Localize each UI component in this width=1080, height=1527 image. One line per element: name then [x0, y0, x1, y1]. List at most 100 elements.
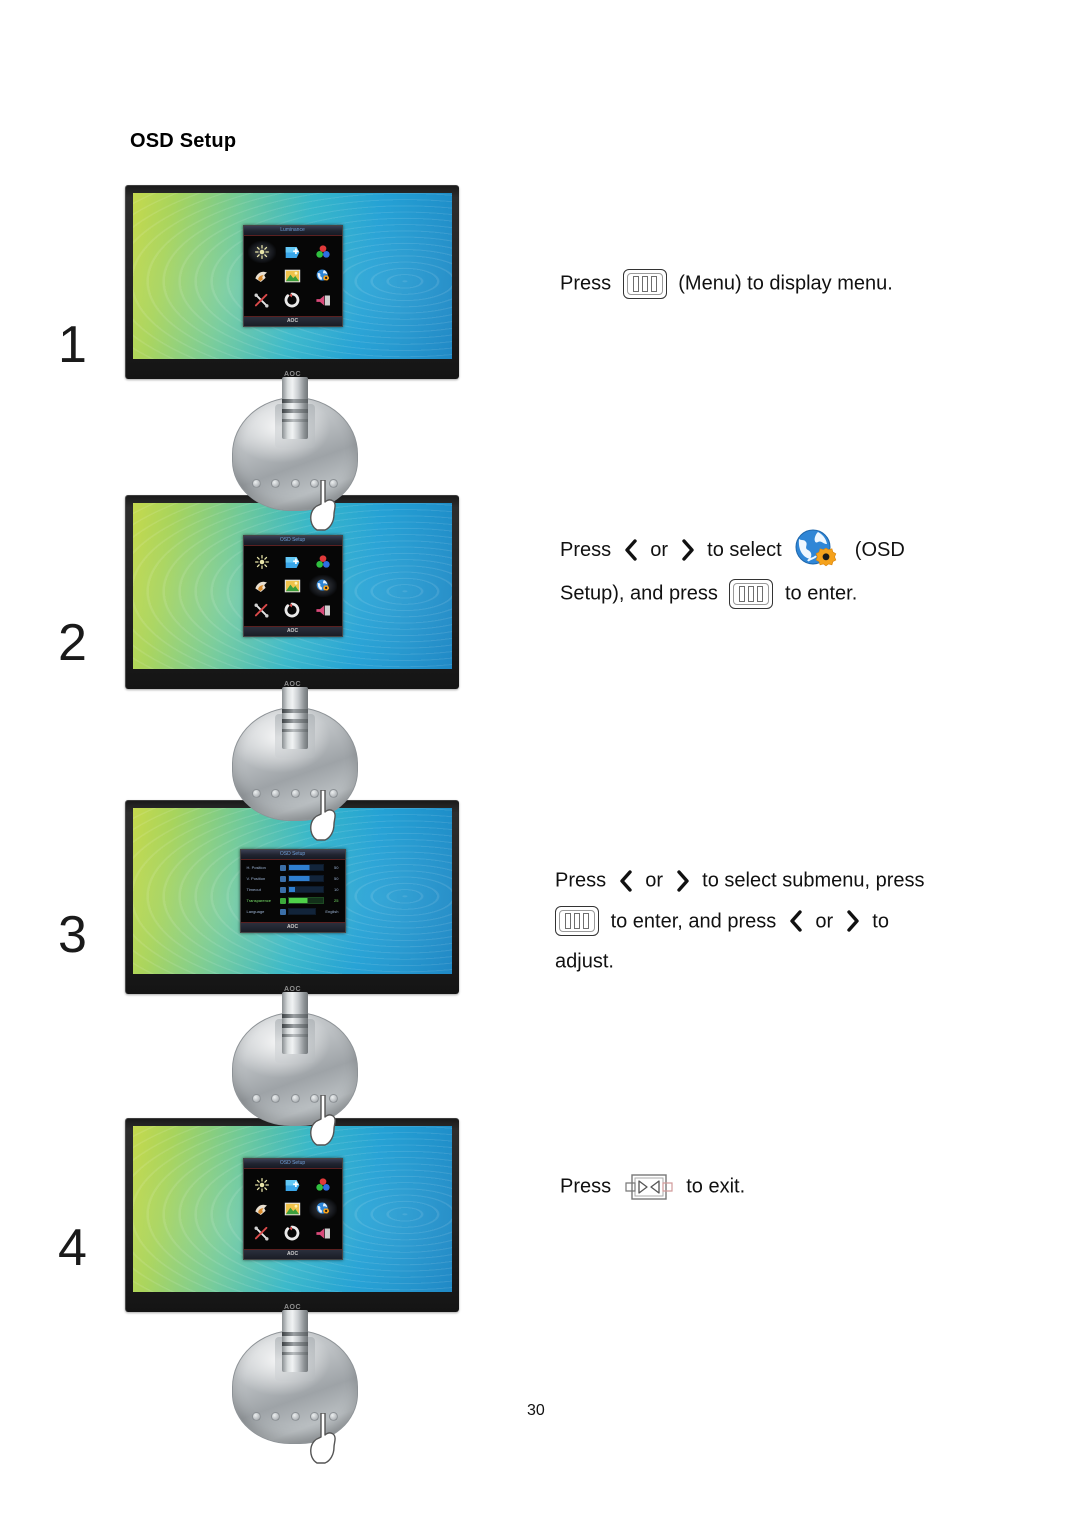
monitor-button-3[interactable] — [290, 1094, 300, 1103]
monitor-neck — [282, 992, 308, 1054]
monitor-neck — [282, 687, 308, 749]
osd-item-image-setup[interactable] — [278, 551, 307, 573]
osd-item-reset[interactable] — [278, 289, 307, 311]
osd-row-slider[interactable] — [287, 875, 324, 882]
osd-item-picture[interactable] — [278, 265, 307, 287]
osd-item-image-setup[interactable] — [278, 241, 307, 263]
osd-icon-grid — [243, 1169, 342, 1249]
osd-brand-label: AOC — [286, 628, 299, 634]
menu-key-icon[interactable] — [555, 906, 599, 937]
osd-submenu-row[interactable]: Language English — [245, 907, 341, 916]
monitor-button-2[interactable] — [271, 479, 281, 488]
picture-frame-icon — [284, 269, 301, 283]
monitor-button-3[interactable] — [290, 1412, 300, 1421]
osd-setup-globe-gear-icon — [316, 269, 329, 281]
osd-item-extra[interactable] — [248, 289, 277, 311]
hand-pointer-icon — [307, 1094, 341, 1152]
monitor-button-2[interactable] — [271, 1412, 281, 1421]
monitor-button-3[interactable] — [290, 789, 300, 798]
monitor-button-2[interactable] — [271, 789, 281, 798]
step-3-instructions: Press or to select submenu, press to ent… — [555, 860, 1025, 982]
osd-item-brightness[interactable] — [248, 551, 277, 573]
osd-row-slider[interactable] — [287, 886, 324, 893]
osd-item-osd-setup[interactable] — [308, 575, 338, 597]
osd-row-icon — [279, 908, 286, 915]
globe-gear-icon — [791, 527, 845, 573]
chevron-right-icon[interactable] — [844, 909, 862, 933]
step-number-2: 2 — [58, 614, 87, 672]
osd-item-picture[interactable] — [278, 575, 307, 597]
monitor-bezel: OSD Setup H. Position 50 V. Position 50 … — [125, 800, 459, 994]
osd-row-slider[interactable] — [287, 897, 324, 904]
setup-press-label: Setup), and press — [560, 582, 718, 605]
monitor-button-1[interactable] — [252, 789, 261, 798]
adjust-label: adjust. — [555, 951, 614, 974]
osd-row-label: Transparence — [246, 898, 272, 903]
osd-item-exit[interactable] — [309, 599, 338, 621]
osd-submenu-row-selected[interactable]: Transparence 25 — [245, 896, 341, 905]
enter-label-2: to enter. — [785, 582, 858, 605]
osd-row-label: Timeout — [246, 887, 261, 892]
osd-item-brightness[interactable] — [248, 1174, 277, 1196]
osd-brand-label: AOC — [286, 1251, 299, 1257]
osd-item-reset[interactable] — [278, 599, 307, 621]
monitor-screen: OSD Setup AOC — [133, 503, 452, 669]
osd-item-color-setup[interactable] — [309, 1174, 338, 1196]
osd-submenu-row[interactable]: V. Position 50 — [245, 874, 341, 883]
osd-item-extra[interactable] — [248, 599, 277, 621]
osd-item-image-setup[interactable] — [278, 1174, 307, 1196]
chevron-right-icon[interactable] — [679, 538, 697, 562]
chevron-right-icon[interactable] — [674, 869, 692, 893]
menu-key-icon[interactable] — [729, 578, 774, 609]
chevron-left-icon[interactable] — [787, 909, 805, 933]
osd-item-picture-boost[interactable] — [248, 1198, 277, 1220]
monitor-button-2[interactable] — [271, 1094, 281, 1103]
osd-item-osd-setup[interactable] — [308, 1198, 338, 1220]
osd-item-color-setup[interactable] — [309, 241, 338, 263]
monitor-button-3[interactable] — [290, 479, 300, 488]
exit-label: to exit. — [686, 1175, 746, 1198]
reset-circle-icon — [285, 1225, 300, 1241]
exit-key-icon[interactable] — [623, 1171, 675, 1203]
exit-speaker-icon — [316, 295, 330, 305]
osd-row-label: H. Position — [246, 865, 266, 870]
osd-row-value: 10 — [334, 887, 339, 892]
step-number-3: 3 — [58, 906, 87, 964]
osd-item-exit[interactable] — [309, 289, 338, 311]
osd-item-brightness[interactable] — [247, 241, 277, 263]
osd-item-exit[interactable] — [309, 1222, 338, 1244]
osd-submenu-row[interactable]: Timeout 10 — [245, 885, 341, 894]
monitor-button-1[interactable] — [252, 1412, 261, 1421]
monitor-button-1[interactable] — [252, 479, 261, 488]
monitor-screen: OSD Setup AOC — [133, 1126, 452, 1292]
osd-row-value: 50 — [334, 865, 339, 870]
osd-title-text: Luminance — [280, 227, 305, 233]
monitor-button-1[interactable] — [252, 1094, 261, 1103]
osd-row-icon — [279, 886, 286, 893]
brightness-sun-icon — [254, 555, 269, 569]
menu-key-icon[interactable] — [622, 268, 667, 299]
osd-row-slider[interactable] — [287, 864, 324, 871]
step-1-instructions: Press (Menu) to display menu. — [560, 263, 1030, 304]
select-submenu-label: to select submenu, press — [702, 869, 925, 892]
chevron-left-icon[interactable] — [622, 538, 640, 562]
extra-tools-icon — [254, 602, 269, 618]
osd-item-picture-boost[interactable] — [248, 575, 277, 597]
osd-item-picture-boost[interactable] — [248, 265, 277, 287]
step-2-instructions: Press or to select (OSD Setup), and pres… — [560, 527, 1030, 614]
osd-submenu-row[interactable]: H. Position 50 — [245, 863, 341, 872]
color-setup-icon — [316, 245, 330, 258]
menu-instruction-1: (Menu) to display menu. — [678, 272, 893, 295]
select-label-2: to select — [707, 539, 782, 561]
osd-row-slider[interactable] — [287, 908, 316, 915]
chevron-left-icon[interactable] — [617, 869, 635, 893]
osd-item-color-setup[interactable] — [309, 551, 338, 573]
osd-item-picture[interactable] — [278, 1198, 307, 1220]
monitor-stand — [125, 992, 465, 1146]
osd-item-extra[interactable] — [248, 1222, 277, 1244]
osd-titlebar: OSD Setup — [240, 850, 345, 860]
osd-item-osd-setup[interactable] — [309, 265, 338, 287]
osd-item-reset[interactable] — [278, 1222, 307, 1244]
press-label-4: Press — [560, 1175, 612, 1198]
monitor-screen: OSD Setup H. Position 50 V. Position 50 … — [133, 808, 452, 974]
